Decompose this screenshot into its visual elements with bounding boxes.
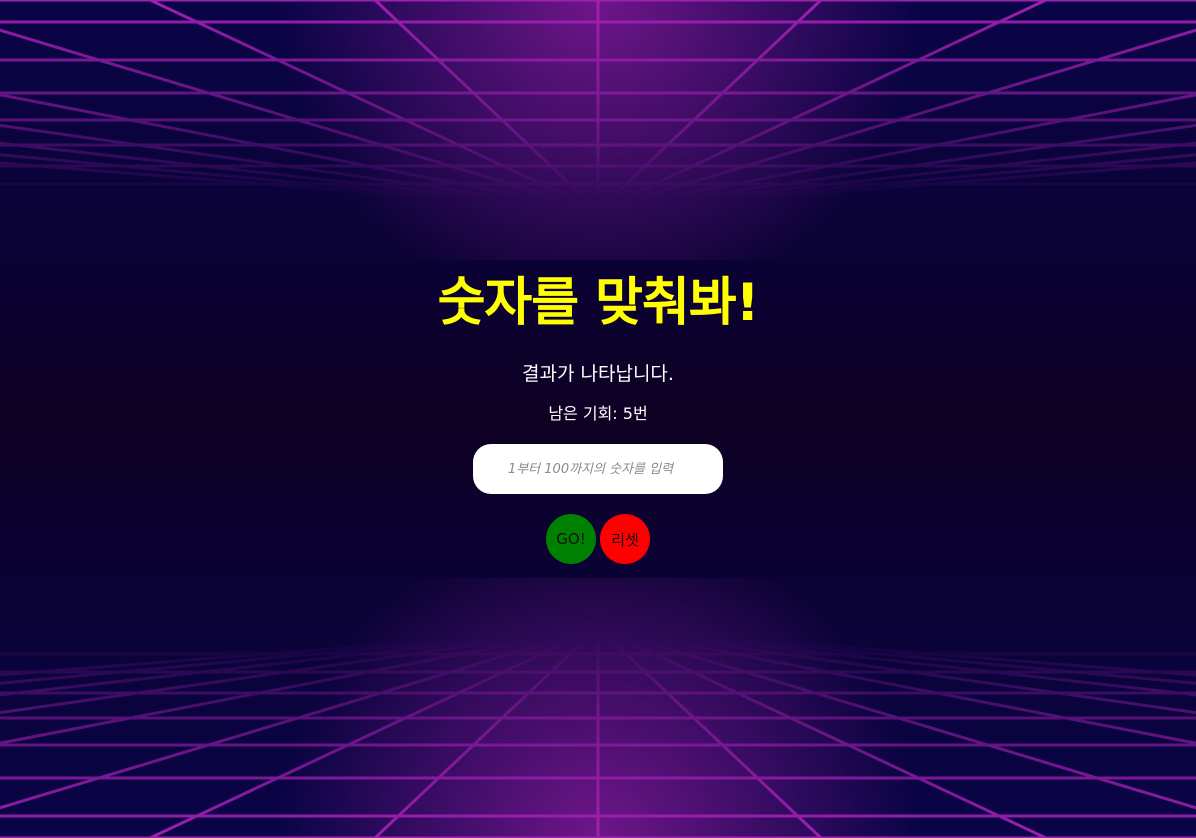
button-row: GO! 리셋 <box>546 514 650 564</box>
result-text: 결과가 나타납니다. <box>522 363 674 385</box>
page-title: 숫자를 맞춰봐! <box>437 273 760 333</box>
game-container: 숫자를 맞춰봐! 결과가 나타납니다. 남은 기회: 5번 GO! 리셋 <box>0 0 1196 838</box>
remaining-chances: 남은 기회: 5번 <box>548 404 648 423</box>
reset-button[interactable]: 리셋 <box>600 514 650 564</box>
guess-input[interactable] <box>473 444 723 494</box>
go-button[interactable]: GO! <box>546 514 596 564</box>
